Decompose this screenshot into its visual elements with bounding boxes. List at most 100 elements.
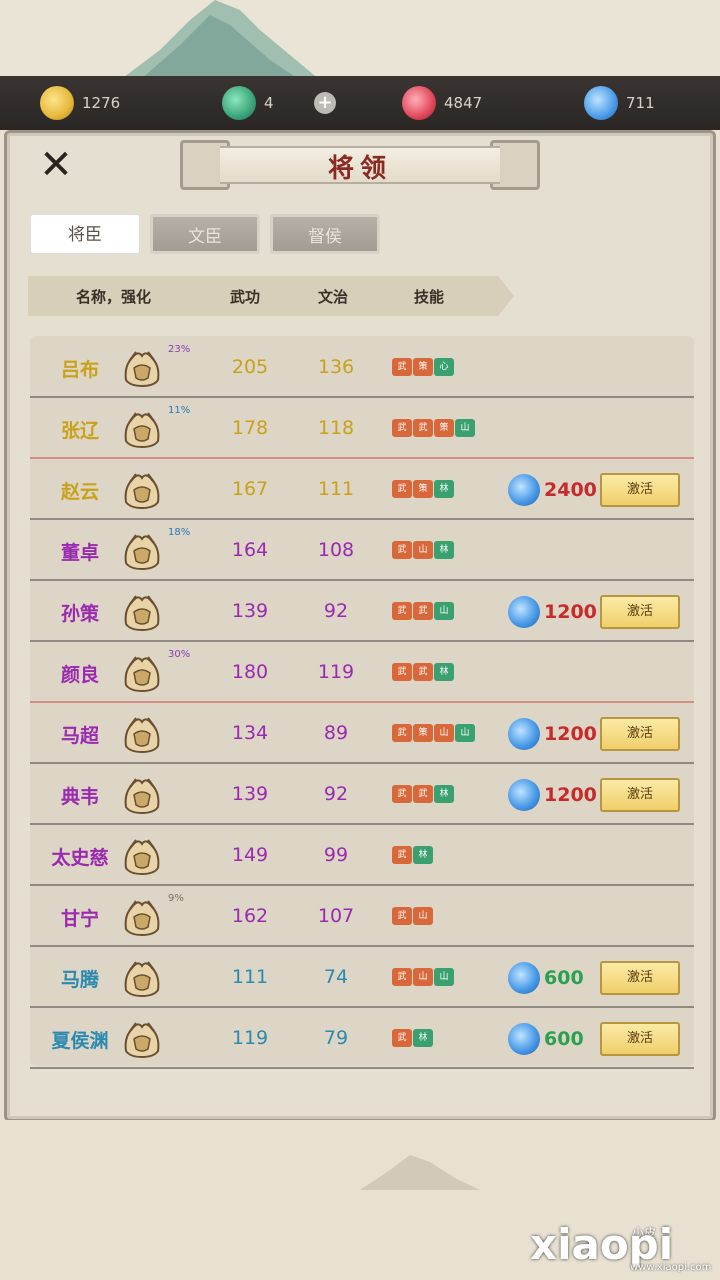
skill-badge[interactable]: 林	[413, 1029, 433, 1047]
martial-value: 205	[231, 356, 269, 378]
general-name[interactable]: 典韦	[30, 782, 130, 809]
martial-value: 134	[231, 722, 269, 744]
activate-button[interactable]: 激活	[600, 778, 680, 812]
skill-badge[interactable]: 山	[434, 602, 454, 620]
skill-list: 武武策山	[392, 419, 476, 437]
skill-badge[interactable]: 山	[413, 968, 433, 986]
skill-badge[interactable]: 武	[392, 1029, 412, 1047]
general-name[interactable]: 马超	[30, 721, 130, 748]
general-name[interactable]: 孙策	[30, 599, 130, 626]
general-name[interactable]: 颜良	[30, 660, 130, 687]
table-row: 夏侯渊 119 79 武林 600 激活	[30, 1009, 694, 1069]
skill-list: 武林	[392, 846, 434, 864]
skill-badge[interactable]: 武	[392, 846, 412, 864]
table-row: 马腾 111 74 武山山 600 激活	[30, 948, 694, 1008]
skill-badge[interactable]: 山	[455, 419, 475, 437]
activate-button[interactable]: 激活	[600, 595, 680, 629]
skill-badge[interactable]: 武	[392, 602, 412, 620]
tab-governors[interactable]: 督侯	[270, 214, 380, 254]
add-button[interactable]: +	[314, 92, 336, 114]
general-name[interactable]: 甘宁	[30, 904, 130, 931]
skill-badge[interactable]: 武	[413, 785, 433, 803]
skill-badge[interactable]: 武	[392, 541, 412, 559]
skill-badge[interactable]: 策	[413, 480, 433, 498]
skill-badge[interactable]: 武	[392, 724, 412, 742]
general-name[interactable]: 吕布	[30, 355, 130, 382]
civil-value: 74	[323, 966, 349, 988]
skill-badge[interactable]: 武	[392, 419, 412, 437]
row-divider	[30, 1006, 694, 1008]
skill-badge[interactable]: 山	[413, 907, 433, 925]
general-name[interactable]: 赵云	[30, 477, 130, 504]
activate-button[interactable]: 激活	[600, 473, 680, 507]
skill-badge[interactable]: 林	[434, 480, 454, 498]
skill-badge[interactable]: 林	[413, 846, 433, 864]
skill-badge[interactable]: 山	[434, 968, 454, 986]
general-name[interactable]: 太史慈	[30, 843, 130, 870]
table-row: 孙策 139 92 武武山 1200 激活	[30, 582, 694, 642]
activation-cost: 2400	[508, 474, 597, 506]
activate-button[interactable]: 激活	[600, 717, 680, 751]
civil-value: 89	[323, 722, 349, 744]
skill-badge[interactable]: 武	[392, 358, 412, 376]
skill-badge[interactable]: 武	[413, 419, 433, 437]
activate-button[interactable]: 激活	[600, 961, 680, 995]
martial-value: 180	[231, 661, 269, 683]
helmet-icon[interactable]	[120, 895, 164, 939]
general-name[interactable]: 董卓	[30, 538, 130, 565]
skill-list: 武策林	[392, 480, 455, 498]
skill-badge[interactable]: 心	[434, 358, 454, 376]
helmet-icon[interactable]	[120, 834, 164, 878]
helmet-icon[interactable]	[120, 407, 164, 451]
general-name[interactable]: 夏侯渊	[30, 1026, 130, 1053]
helmet-icon[interactable]	[120, 346, 164, 390]
skill-badge[interactable]: 武	[392, 480, 412, 498]
helmet-icon[interactable]	[120, 712, 164, 756]
skill-badge[interactable]: 山	[413, 541, 433, 559]
civil-value: 107	[317, 905, 355, 927]
row-divider	[30, 884, 694, 886]
skill-badge[interactable]: 林	[434, 663, 454, 681]
skill-badge[interactable]: 武	[413, 602, 433, 620]
skill-badge[interactable]: 策	[413, 358, 433, 376]
red-spirit-value: 4847	[444, 94, 483, 112]
skill-badge[interactable]: 林	[434, 541, 454, 559]
close-icon[interactable]: ✕	[36, 145, 76, 185]
skill-badge[interactable]: 武	[392, 907, 412, 925]
skill-badge[interactable]: 武	[392, 785, 412, 803]
skill-badge[interactable]: 武	[392, 968, 412, 986]
skill-list: 武武林	[392, 663, 455, 681]
jade-token-icon	[222, 86, 256, 120]
civil-value: 118	[317, 417, 355, 439]
general-name[interactable]: 马腾	[30, 965, 130, 992]
helmet-icon[interactable]	[120, 468, 164, 512]
helmet-icon[interactable]	[120, 773, 164, 817]
skill-badge[interactable]: 策	[434, 419, 454, 437]
skill-badge[interactable]: 山	[455, 724, 475, 742]
red-spirit-icon	[402, 86, 436, 120]
helmet-icon[interactable]	[120, 651, 164, 695]
skill-badge[interactable]: 策	[413, 724, 433, 742]
skill-badge[interactable]: 武	[392, 663, 412, 681]
tab-generals[interactable]: 将臣	[30, 214, 140, 254]
table-header: 名称，强化 武功 文治 技能	[28, 276, 514, 316]
table-row: 太史慈 149 99 武林	[30, 826, 694, 886]
activate-button[interactable]: 激活	[600, 1022, 680, 1056]
activation-cost: 1200	[508, 596, 597, 628]
skill-badge[interactable]: 武	[413, 663, 433, 681]
tab-ministers[interactable]: 文臣	[150, 214, 260, 254]
helmet-icon[interactable]	[120, 956, 164, 1000]
helmet-icon[interactable]	[120, 1017, 164, 1061]
skill-badge[interactable]: 林	[434, 785, 454, 803]
general-name[interactable]: 张辽	[30, 416, 130, 443]
skill-badge[interactable]: 山	[434, 724, 454, 742]
resource-bar: 1276 4 + 4847 711	[0, 76, 720, 130]
blue-spirit-resource: 711	[584, 86, 655, 120]
row-divider	[30, 457, 694, 459]
helmet-icon[interactable]	[120, 590, 164, 634]
table-row: 吕布 23% 205 136 武策心	[30, 338, 694, 398]
helmet-icon[interactable]	[120, 529, 164, 573]
gold-resource: 1276	[40, 86, 120, 120]
skill-list: 武策心	[392, 358, 455, 376]
table-row: 董卓 18% 164 108 武山林	[30, 521, 694, 581]
